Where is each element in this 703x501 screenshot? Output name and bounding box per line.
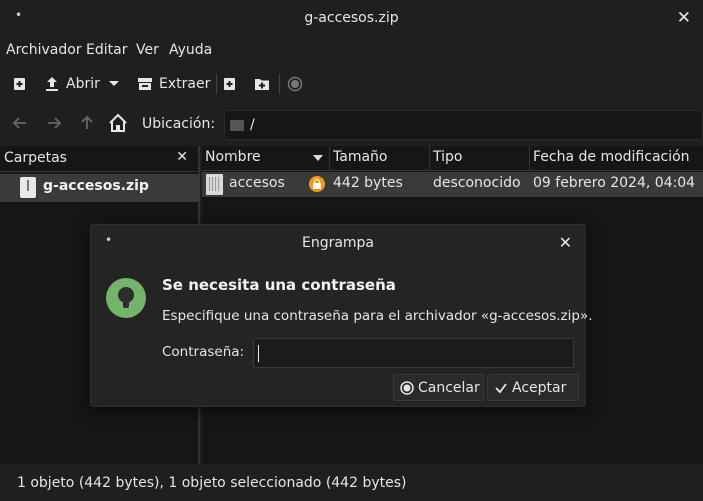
close-window-icon[interactable]: ✕: [677, 8, 691, 28]
dialog-titlebar: • Engrampa ✕: [91, 225, 585, 261]
column-headers: Nombre Tamaño Tipo Fecha de modificación: [202, 146, 703, 171]
extract-button[interactable]: Extraer: [137, 73, 210, 95]
cancel-button[interactable]: Cancelar: [393, 374, 484, 401]
menu-ayuda[interactable]: Ayuda: [169, 42, 212, 58]
column-header-modified[interactable]: Fecha de modificación: [530, 146, 703, 171]
file-size: 442 bytes: [333, 175, 403, 191]
location-field[interactable]: /: [224, 110, 703, 140]
open-label: Abrir: [66, 76, 100, 92]
extract-icon: [138, 78, 152, 90]
back-arrow-icon[interactable]: [12, 115, 28, 131]
checkmark-icon: [495, 382, 507, 393]
add-folder-icon: [255, 79, 269, 90]
open-button[interactable]: Abrir: [44, 73, 100, 95]
toolbar-separator: [216, 74, 217, 94]
sidebar-title: Carpetas: [4, 150, 67, 166]
add-folder-button[interactable]: [254, 73, 270, 95]
new-archive-icon: [14, 78, 25, 90]
cancel-label: Cancelar: [418, 379, 480, 396]
status-bar: 1 objeto (442 bytes), 1 objeto seleccion…: [0, 464, 703, 501]
location-bar: Ubicación: /: [0, 104, 703, 144]
extract-label: Extraer: [159, 76, 211, 92]
menu-archivador[interactable]: Archivador: [6, 42, 82, 58]
file-name: accesos: [229, 175, 285, 191]
column-label: Fecha de modificación: [533, 149, 690, 165]
accept-label: Aceptar: [512, 379, 567, 396]
stop-button[interactable]: [287, 73, 303, 95]
lock-icon: [309, 176, 325, 192]
column-label: Tamaño: [333, 149, 388, 165]
text-caret: [258, 345, 259, 362]
dialog-heading: Se necesita una contraseña: [162, 276, 396, 294]
zip-file-icon: [20, 177, 36, 198]
location-path: /: [250, 117, 255, 133]
password-dialog: • Engrampa ✕ Se necesita una contraseña …: [90, 224, 593, 407]
accept-button[interactable]: Aceptar: [487, 374, 579, 401]
column-label: Nombre: [205, 149, 261, 165]
sort-descending-icon: [313, 155, 323, 161]
password-label: Contraseña:: [162, 344, 245, 360]
close-sidebar-icon[interactable]: ✕: [176, 149, 188, 165]
stop-icon: [287, 76, 303, 92]
open-dropdown-button[interactable]: [108, 73, 120, 95]
keyhole-icon: [106, 278, 146, 318]
cancel-icon: [400, 380, 414, 395]
column-header-size[interactable]: Tamaño: [330, 146, 430, 171]
up-arrow-icon[interactable]: [79, 115, 95, 131]
menu-ver[interactable]: Ver: [136, 42, 159, 58]
sidebar-header: Carpetas ✕: [0, 146, 198, 172]
column-header-type[interactable]: Tipo: [430, 146, 530, 171]
sidebar-item-archive[interactable]: g-accesos.zip: [0, 174, 200, 202]
password-input[interactable]: [253, 338, 574, 368]
chevron-down-icon: [109, 81, 119, 86]
window-titlebar: • g-accesos.zip ✕: [0, 0, 703, 38]
column-header-name[interactable]: Nombre: [202, 146, 330, 171]
file-type: desconocido: [433, 175, 521, 191]
column-label: Tipo: [433, 149, 463, 165]
open-icon: [46, 77, 58, 91]
close-dialog-icon[interactable]: ✕: [559, 233, 572, 252]
location-label: Ubicación:: [142, 116, 216, 132]
sidebar-item-label: g-accesos.zip: [43, 178, 149, 194]
file-modified: 09 febrero 2024, 04:04: [533, 175, 696, 191]
new-archive-button[interactable]: [13, 73, 27, 95]
home-icon[interactable]: [108, 113, 128, 133]
add-files-icon: [224, 78, 235, 90]
table-row[interactable]: accesos 442 bytes desconocido 09 febrero…: [202, 172, 703, 197]
folder-icon: [230, 120, 244, 131]
toolbar-separator: [279, 74, 280, 94]
toolbar: Abrir Extraer: [0, 66, 703, 100]
status-text: 1 objeto (442 bytes), 1 objeto seleccion…: [17, 475, 407, 491]
file-icon: [206, 174, 223, 195]
dialog-title: Engrampa: [301, 235, 375, 251]
menubar: Archivador Editar Ver Ayuda: [0, 38, 703, 64]
menu-editar[interactable]: Editar: [86, 42, 127, 58]
window-title: g-accesos.zip: [304, 10, 399, 26]
dialog-description: Especifique una contraseña para el archi…: [162, 308, 593, 324]
add-files-button[interactable]: [223, 73, 237, 95]
forward-arrow-icon[interactable]: [46, 115, 62, 131]
